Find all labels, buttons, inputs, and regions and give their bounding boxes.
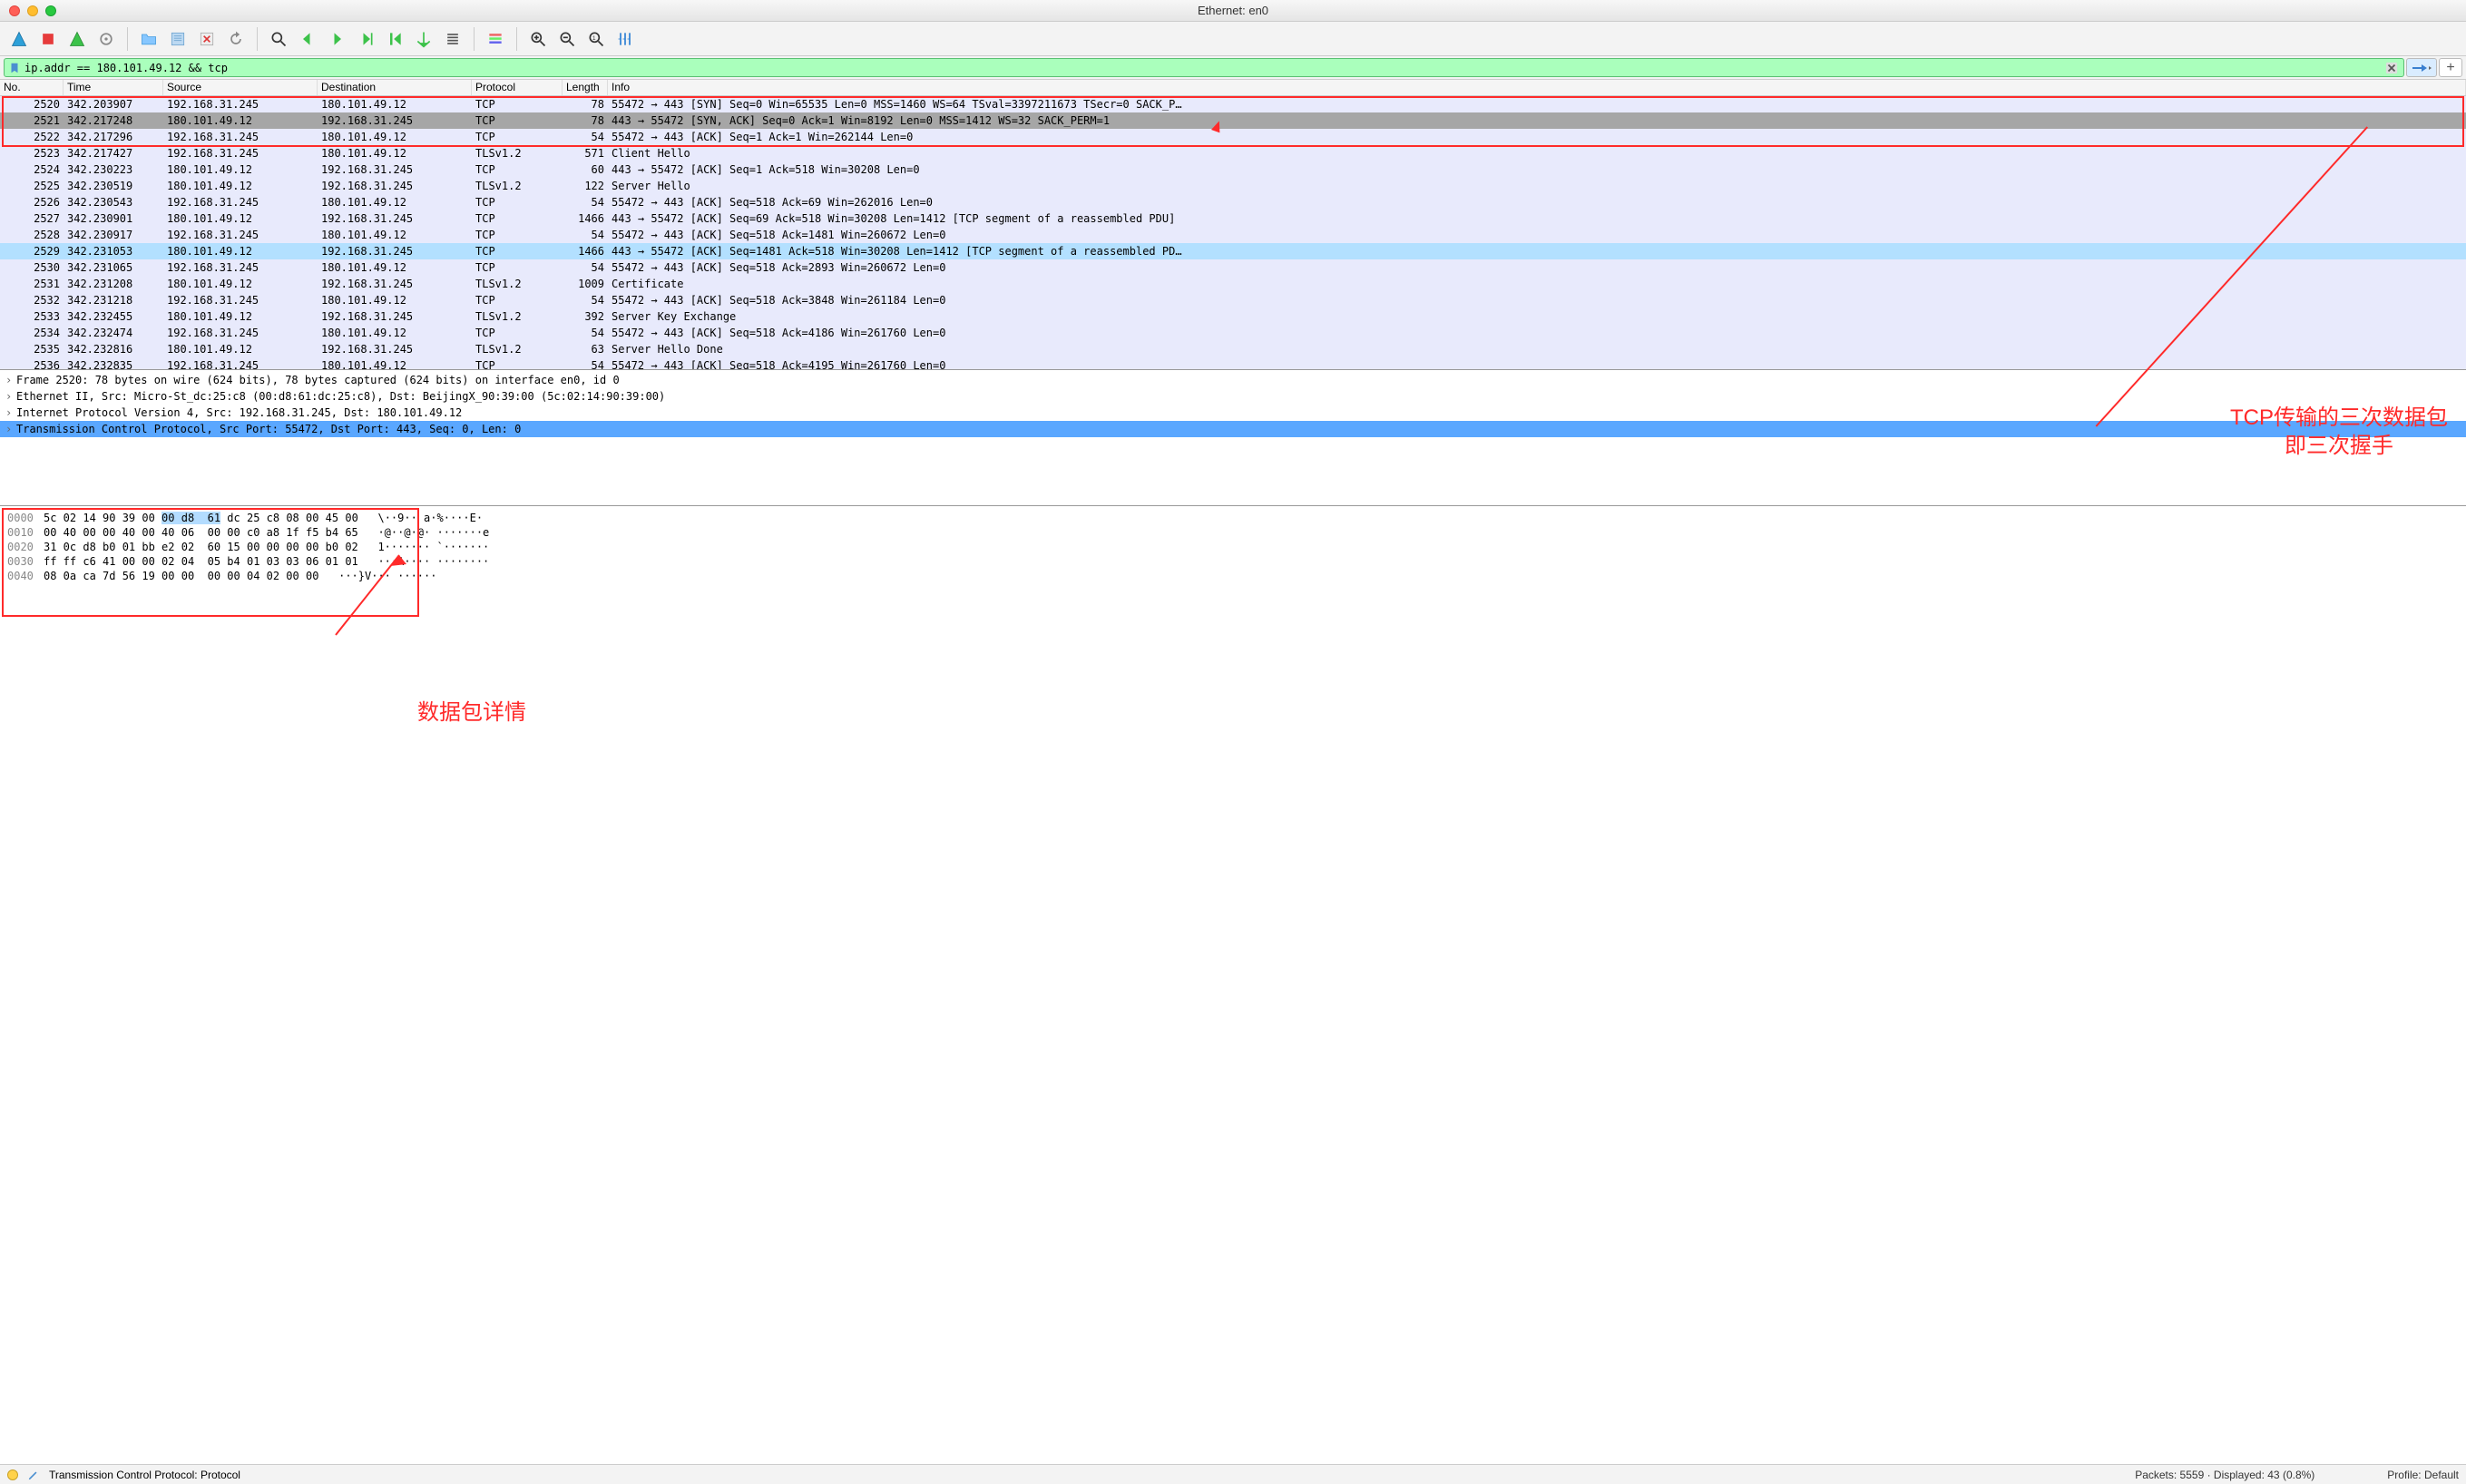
col-proto-header[interactable]: Protocol (472, 80, 563, 95)
status-packets-text: Packets: 5559 · Displayed: 43 (0.8%) (2135, 1469, 2314, 1481)
packet-details-pane[interactable]: ›Frame 2520: 78 bytes on wire (624 bits)… (0, 370, 2466, 506)
status-profile-text: Profile: Default (2387, 1469, 2459, 1481)
hex-row[interactable]: 004008 0a ca 7d 56 19 00 00 00 00 04 02 … (7, 570, 2459, 584)
goto-first-button[interactable] (381, 25, 408, 53)
packet-row[interactable]: 2524342.230223180.101.49.12192.168.31.24… (0, 161, 2466, 178)
col-no-header[interactable]: No. (0, 80, 64, 95)
packet-bytes-pane[interactable]: 00005c 02 14 90 39 00 00 d8 61 dc 25 c8 … (0, 506, 2466, 1464)
capture-options-button[interactable] (93, 25, 120, 53)
col-len-header[interactable]: Length (563, 80, 608, 95)
detail-row[interactable]: ›Internet Protocol Version 4, Src: 192.1… (0, 405, 2466, 421)
col-time-header[interactable]: Time (64, 80, 163, 95)
edit-icon[interactable] (27, 1469, 40, 1481)
packet-list-body[interactable]: 2520342.203907192.168.31.245180.101.49.1… (0, 96, 2466, 369)
window-title: Ethernet: en0 (0, 4, 2466, 17)
packet-row[interactable]: 2534342.232474192.168.31.245180.101.49.1… (0, 325, 2466, 341)
titlebar: Ethernet: en0 (0, 0, 2466, 22)
app-window: Ethernet: en0 1 + (0, 0, 2466, 1484)
zoom-out-button[interactable] (553, 25, 581, 53)
clear-filter-button[interactable] (2383, 60, 2400, 76)
colorize-button[interactable] (482, 25, 509, 53)
find-packet-button[interactable] (265, 25, 292, 53)
zoom-in-button[interactable] (524, 25, 552, 53)
hex-row[interactable]: 0030ff ff c6 41 00 00 02 04 05 b4 01 03 … (7, 555, 2459, 570)
display-filter-input[interactable] (21, 60, 2383, 76)
packet-row[interactable]: 2533342.232455180.101.49.12192.168.31.24… (0, 308, 2466, 325)
zoom-reset-button[interactable]: 1 (582, 25, 610, 53)
col-info-header[interactable]: Info (608, 80, 2466, 95)
col-src-header[interactable]: Source (163, 80, 318, 95)
goto-last-button[interactable] (410, 25, 437, 53)
packet-row[interactable]: 2527342.230901180.101.49.12192.168.31.24… (0, 210, 2466, 227)
open-file-button[interactable] (135, 25, 162, 53)
packet-row[interactable]: 2525342.230519180.101.49.12192.168.31.24… (0, 178, 2466, 194)
start-capture-button[interactable] (5, 25, 33, 53)
filter-input-wrap (4, 58, 2404, 77)
packet-list-pane: No. Time Source Destination Protocol Len… (0, 80, 2466, 370)
packet-row[interactable]: 2530342.231065192.168.31.245180.101.49.1… (0, 259, 2466, 276)
window-controls (9, 5, 56, 16)
close-file-button[interactable] (193, 25, 220, 53)
packet-row[interactable]: 2523342.217427192.168.31.245180.101.49.1… (0, 145, 2466, 161)
col-dst-header[interactable]: Destination (318, 80, 472, 95)
go-back-button[interactable] (294, 25, 321, 53)
go-forward-button[interactable] (323, 25, 350, 53)
bookmark-icon[interactable] (8, 62, 21, 74)
stop-capture-button[interactable] (34, 25, 62, 53)
filter-bar: + (0, 56, 2466, 80)
packet-list-header[interactable]: No. Time Source Destination Protocol Len… (0, 80, 2466, 96)
close-window-button[interactable] (9, 5, 20, 16)
auto-scroll-button[interactable] (439, 25, 466, 53)
packet-row[interactable]: 2520342.203907192.168.31.245180.101.49.1… (0, 96, 2466, 112)
packet-row[interactable]: 2535342.232816180.101.49.12192.168.31.24… (0, 341, 2466, 357)
packet-row[interactable]: 2526342.230543192.168.31.245180.101.49.1… (0, 194, 2466, 210)
expert-info-led[interactable] (7, 1469, 18, 1480)
reload-button[interactable] (222, 25, 250, 53)
packet-row[interactable]: 2522342.217296192.168.31.245180.101.49.1… (0, 129, 2466, 145)
goto-packet-button[interactable] (352, 25, 379, 53)
detail-row[interactable]: ›Ethernet II, Src: Micro-St_dc:25:c8 (00… (0, 388, 2466, 405)
filter-apply-dropdown[interactable] (2406, 58, 2437, 77)
packet-row[interactable]: 2531342.231208180.101.49.12192.168.31.24… (0, 276, 2466, 292)
restart-capture-button[interactable] (64, 25, 91, 53)
hex-row[interactable]: 002031 0c d8 b0 01 bb e2 02 60 15 00 00 … (7, 541, 2459, 555)
packet-row[interactable]: 2528342.230917192.168.31.245180.101.49.1… (0, 227, 2466, 243)
status-left-text: Transmission Control Protocol: Protocol (49, 1469, 240, 1481)
svg-text:1: 1 (592, 34, 596, 41)
detail-row[interactable]: ›Frame 2520: 78 bytes on wire (624 bits)… (0, 372, 2466, 388)
detail-row[interactable]: ›Transmission Control Protocol, Src Port… (0, 421, 2466, 437)
toolbar: 1 (0, 22, 2466, 56)
status-bar: Transmission Control Protocol: Protocol … (0, 1464, 2466, 1484)
maximize-window-button[interactable] (45, 5, 56, 16)
hex-row[interactable]: 001000 40 00 00 40 00 40 06 00 00 c0 a8 … (7, 526, 2459, 541)
packet-row[interactable]: 2536342.232835192.168.31.245180.101.49.1… (0, 357, 2466, 369)
resize-columns-button[interactable] (612, 25, 639, 53)
save-file-button[interactable] (164, 25, 191, 53)
minimize-window-button[interactable] (27, 5, 38, 16)
packet-row[interactable]: 2521342.217248180.101.49.12192.168.31.24… (0, 112, 2466, 129)
packet-row[interactable]: 2532342.231218192.168.31.245180.101.49.1… (0, 292, 2466, 308)
packet-row[interactable]: 2529342.231053180.101.49.12192.168.31.24… (0, 243, 2466, 259)
add-filter-button[interactable]: + (2439, 58, 2462, 77)
hex-row[interactable]: 00005c 02 14 90 39 00 00 d8 61 dc 25 c8 … (7, 512, 2459, 526)
